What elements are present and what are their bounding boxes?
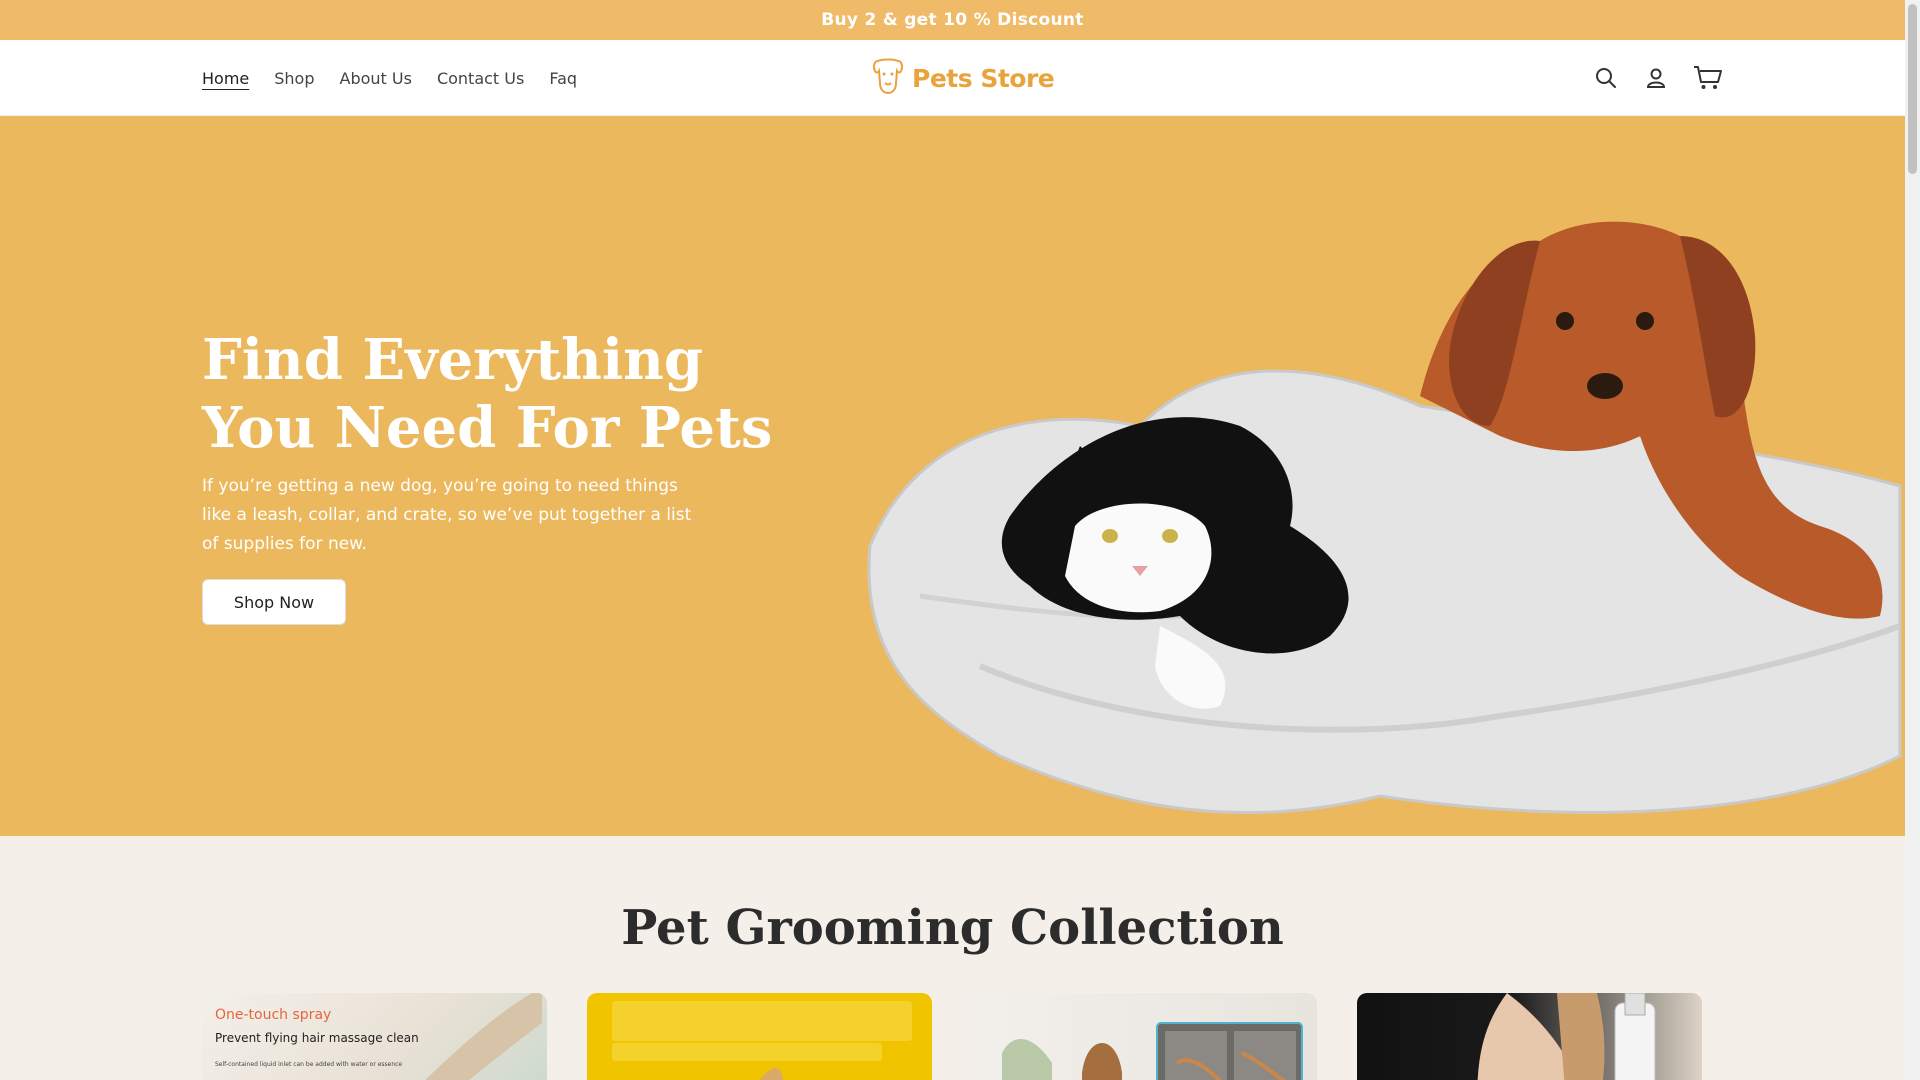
dog-icon [872, 57, 904, 100]
logo-text: Pets Store [912, 63, 1055, 93]
shop-now-button[interactable]: Shop Now [202, 579, 346, 625]
hero-description: If you’re getting a new dog, you’re goin… [202, 476, 692, 554]
product-image [1002, 1022, 1303, 1080]
nav-about-us[interactable]: About Us [340, 69, 412, 88]
nav-home[interactable]: Home [202, 69, 249, 88]
nav-contact-us[interactable]: Contact Us [437, 69, 524, 88]
collection-title: Pet Grooming Collection [621, 900, 1284, 956]
card-heading: One-touch spray [215, 1007, 332, 1023]
product-card[interactable] [972, 993, 1317, 1080]
cart-icon[interactable] [1690, 62, 1726, 94]
spray-brush-image [425, 993, 542, 1080]
nav-faq[interactable]: Faq [549, 69, 577, 88]
hero-banner: Find Everything You Need For Pets If you… [0, 116, 1905, 836]
collection-grid: One-touch spray Prevent flying hair mass… [202, 993, 1702, 1080]
user-icon[interactable] [1640, 62, 1672, 94]
card-image-panel [612, 1001, 912, 1041]
product-card[interactable]: One-touch spray Prevent flying hair mass… [202, 993, 547, 1080]
hero-title: Find Everything You Need For Pets [202, 327, 773, 461]
product-card[interactable] [1357, 993, 1702, 1080]
announcement-text: Buy 2 & get 10 % Discount [821, 10, 1084, 30]
product-card[interactable] [587, 993, 932, 1080]
product-image [1477, 993, 1656, 1080]
nav-shop[interactable]: Shop [274, 69, 314, 88]
announcement-bar: Buy 2 & get 10 % Discount [0, 0, 1905, 40]
store-logo[interactable]: Pets Store [872, 57, 1055, 100]
pets-image [867, 221, 1902, 815]
scrollbar-thumb[interactable] [1908, 4, 1917, 174]
product-image [759, 1068, 784, 1080]
card-image-panel [612, 1043, 882, 1061]
main-nav: Home Shop About Us Contact Us Faq [202, 40, 577, 116]
search-icon[interactable] [1590, 62, 1622, 94]
site-header: Home Shop About Us Contact Us Faq Pets S… [0, 40, 1905, 116]
header-actions [1590, 40, 1726, 116]
